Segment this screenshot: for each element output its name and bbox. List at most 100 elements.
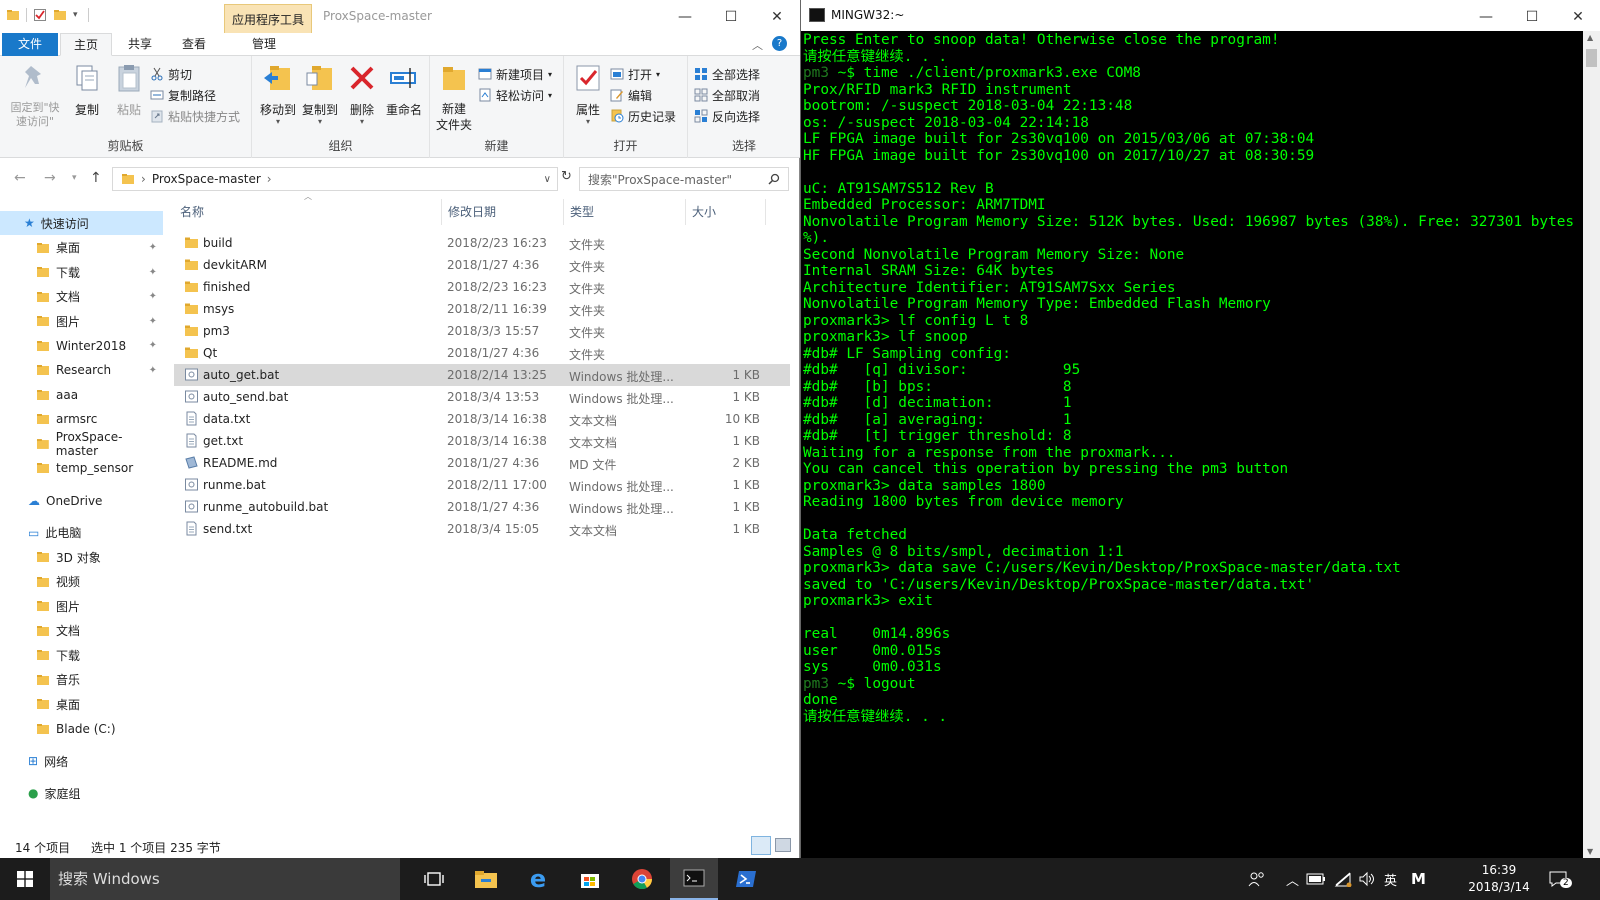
scroll-up-icon[interactable]: ▲ — [1587, 33, 1593, 42]
nav-quick-item[interactable]: 图片 ✦ — [0, 309, 163, 333]
file-row[interactable]: auto_get.bat 2018/2/14 13:25 Windows 批处理..… — [174, 364, 790, 386]
taskbar-store[interactable] — [566, 858, 614, 900]
nav-quick-access[interactable]: ★ 快速访问 — [0, 211, 163, 235]
pin-icon[interactable]: ✦ — [149, 365, 157, 376]
volume-icon[interactable] — [1358, 858, 1376, 900]
nav-pc-item[interactable]: 视频 — [0, 570, 163, 594]
file-row[interactable]: Qt 2018/1/27 4:36 文件夹 — [174, 342, 790, 364]
rename-button[interactable]: 重命名 — [382, 62, 426, 118]
nav-pc-item[interactable]: 图片 — [0, 594, 163, 618]
address-bar[interactable]: › ProxSpace-master › ∨ — [112, 167, 558, 191]
nav-quick-item[interactable]: 下载 ✦ — [0, 260, 163, 284]
terminal-close-button[interactable]: ✕ — [1555, 0, 1600, 33]
nav-homegroup[interactable]: ● 家庭组 — [0, 781, 163, 805]
file-row[interactable]: send.txt 2018/3/4 15:05 文本文档 1 KB — [174, 518, 790, 540]
history-button[interactable]: 历史记录 — [610, 106, 676, 126]
pin-icon[interactable]: ✦ — [149, 316, 157, 327]
file-row[interactable]: finished 2018/2/23 16:23 文件夹 — [174, 276, 790, 298]
nav-quick-item[interactable]: armsrc — [0, 407, 163, 431]
select-none-button[interactable]: 全部取消 — [694, 85, 760, 105]
scroll-down-icon[interactable]: ▼ — [1587, 847, 1593, 856]
address-dropdown-icon[interactable]: ∨ — [544, 174, 551, 185]
maximize-button[interactable]: ☐ — [708, 0, 754, 33]
file-row[interactable]: msys 2018/2/11 16:39 文件夹 — [174, 298, 790, 320]
tray-overflow-icon[interactable]: ︿ — [1286, 858, 1299, 900]
column-header-type[interactable]: 类型 — [564, 199, 686, 225]
cut-button[interactable]: 剪切 — [150, 64, 192, 84]
select-all-button[interactable]: 全部选择 — [694, 64, 760, 84]
taskbar-clock[interactable]: 16:39 2018/3/14 — [1464, 862, 1534, 896]
easy-access-button[interactable]: 轻松访问 ▾ — [478, 85, 552, 105]
nav-quick-item[interactable]: Research ✦ — [0, 358, 163, 382]
copy-button[interactable]: 复制 — [66, 62, 108, 118]
nav-pc-item[interactable]: 3D 对象 — [0, 545, 163, 569]
taskbar-edge[interactable]: e — [514, 858, 562, 900]
delete-button[interactable]: 删除 ▾ — [342, 62, 382, 126]
nav-pc-item[interactable]: 文档 — [0, 619, 163, 643]
nav-pc-item[interactable]: Blade (C:) — [0, 717, 163, 741]
terminal-maximize-button[interactable]: ☐ — [1509, 0, 1555, 33]
minimize-button[interactable]: — — [662, 0, 708, 33]
tab-file[interactable]: 文件 — [2, 33, 58, 56]
file-row[interactable]: runme_autobuild.bat 2018/1/27 4:36 Windows… — [174, 496, 790, 518]
tab-manage[interactable]: 管理 — [234, 33, 294, 56]
pin-icon[interactable]: ✦ — [149, 340, 157, 351]
tab-share[interactable]: 共享 — [114, 33, 166, 56]
taskbar-powershell[interactable] — [722, 858, 770, 900]
nav-network[interactable]: ⊞ 网络 — [0, 749, 163, 773]
ime-language-indicator[interactable]: 英 — [1384, 858, 1397, 900]
column-header-modified[interactable]: 修改日期 — [442, 199, 564, 225]
mingw32-terminal-window[interactable]: MINGW32:~ — ☐ ✕ Press Enter to snoop dat… — [800, 0, 1600, 858]
pin-icon[interactable]: ✦ — [149, 267, 157, 278]
nav-quick-item[interactable]: 桌面 ✦ — [0, 236, 163, 260]
terminal-scrollbar[interactable]: ▲ ▼ — [1583, 31, 1600, 858]
breadcrumb-current[interactable]: ProxSpace-master — [152, 172, 261, 186]
refresh-icon[interactable]: ↻ — [561, 169, 572, 184]
taskbar-mingw-terminal[interactable] — [670, 858, 718, 900]
file-row[interactable]: devkitARM 2018/1/27 4:36 文件夹 — [174, 254, 790, 276]
up-arrow-icon[interactable]: ↑ — [90, 170, 102, 186]
terminal-minimize-button[interactable]: — — [1463, 0, 1509, 33]
copy-to-button[interactable]: 复制到 ▾ — [298, 62, 342, 126]
file-row[interactable]: pm3 2018/3/3 15:57 文件夹 — [174, 320, 790, 342]
breadcrumb-chevron-icon[interactable]: › — [267, 172, 272, 186]
start-button[interactable] — [0, 858, 50, 900]
nav-quick-item[interactable]: temp_sensor — [0, 456, 163, 480]
tab-view[interactable]: 查看 — [168, 33, 220, 56]
properties-button[interactable]: 属性 ▾ — [568, 62, 608, 126]
recent-locations-icon[interactable]: ▾ — [72, 173, 77, 183]
file-row[interactable]: data.txt 2018/3/14 16:38 文本文档 10 KB — [174, 408, 790, 430]
open-button[interactable]: 打开 ▾ — [610, 64, 660, 84]
file-row[interactable]: runme.bat 2018/2/11 17:00 Windows 批处理... 1 … — [174, 474, 790, 496]
nav-quick-item[interactable]: Winter2018 ✦ — [0, 334, 163, 358]
file-row[interactable]: build 2018/2/23 16:23 文件夹 — [174, 232, 790, 254]
copy-path-button[interactable]: 复制路径 — [150, 85, 216, 105]
properties-check-icon[interactable] — [33, 8, 47, 22]
new-item-button[interactable]: 新建项目 ▾ — [478, 64, 552, 84]
tab-home[interactable]: 主页 — [60, 33, 112, 56]
search-input[interactable]: 搜索"ProxSpace-master" — [579, 167, 789, 191]
invert-selection-button[interactable]: 反向选择 — [694, 106, 760, 126]
column-header-name[interactable]: 名称 — [174, 199, 442, 225]
large-icons-view-icon[interactable] — [775, 838, 791, 852]
nav-this-pc[interactable]: ▭ 此电脑 — [0, 521, 163, 545]
taskbar-chrome[interactable] — [618, 858, 666, 900]
details-view-icon[interactable] — [751, 836, 771, 855]
terminal-output[interactable]: Press Enter to snoop data! Otherwise clo… — [803, 32, 1583, 858]
paste-shortcut-button[interactable]: 粘贴快捷方式 — [150, 106, 240, 126]
nav-onedrive[interactable]: ☁ OneDrive — [0, 489, 163, 513]
pin-icon[interactable]: ✦ — [149, 242, 157, 253]
edit-button[interactable]: 编辑 — [610, 85, 652, 105]
nav-pc-item[interactable]: 下载 — [0, 643, 163, 667]
nav-quick-item[interactable]: ProxSpace-master — [0, 430, 163, 458]
help-icon[interactable]: ? — [772, 36, 787, 51]
taskbar-search-box[interactable]: 搜索 Windows — [50, 858, 400, 900]
ime-mode-indicator[interactable]: M — [1411, 858, 1426, 900]
back-arrow-icon[interactable]: ← — [14, 170, 26, 186]
nav-quick-item[interactable]: aaa — [0, 383, 163, 407]
file-row[interactable]: README.md 2018/1/27 4:36 MD 文件 2 KB — [174, 452, 790, 474]
nav-quick-item[interactable]: 文档 ✦ — [0, 285, 163, 309]
wifi-icon[interactable] — [1334, 858, 1352, 900]
battery-icon[interactable] — [1306, 858, 1326, 900]
taskbar-file-explorer[interactable] — [462, 858, 510, 900]
